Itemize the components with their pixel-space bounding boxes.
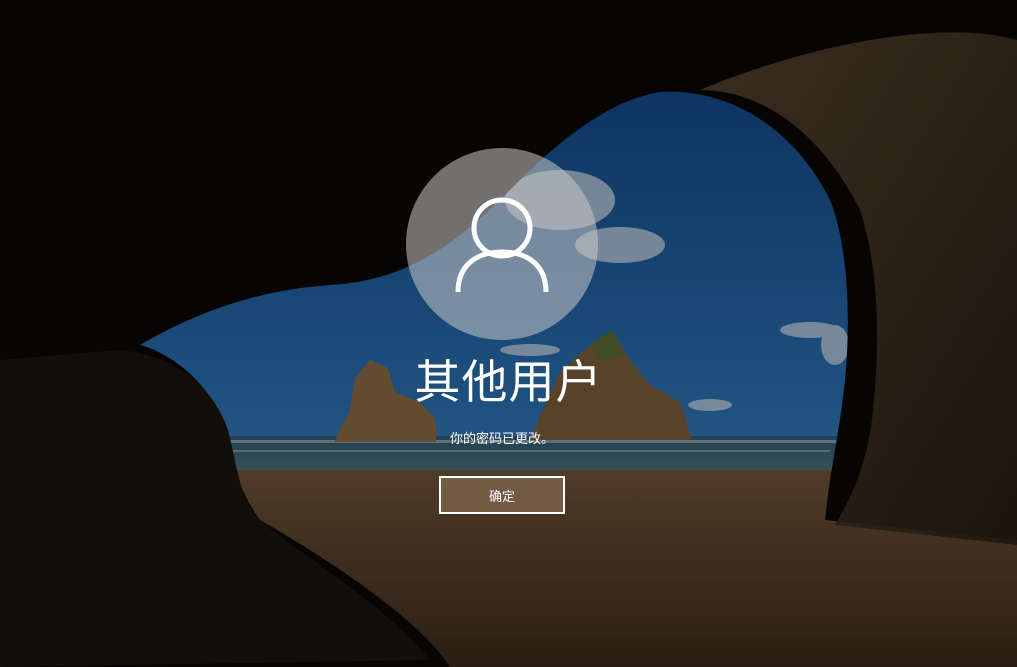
username-label: 其他用户 <box>414 355 603 409</box>
user-avatar <box>406 148 598 340</box>
password-changed-message: 你的密码已更改。 <box>449 432 554 447</box>
lock-screen-dialog: 其他用户 你的密码已更改。 确定 <box>0 0 1017 667</box>
ok-button-label: 确定 <box>488 489 515 505</box>
user-silhouette-icon <box>455 197 549 293</box>
ok-button[interactable]: 确定 <box>439 476 565 514</box>
